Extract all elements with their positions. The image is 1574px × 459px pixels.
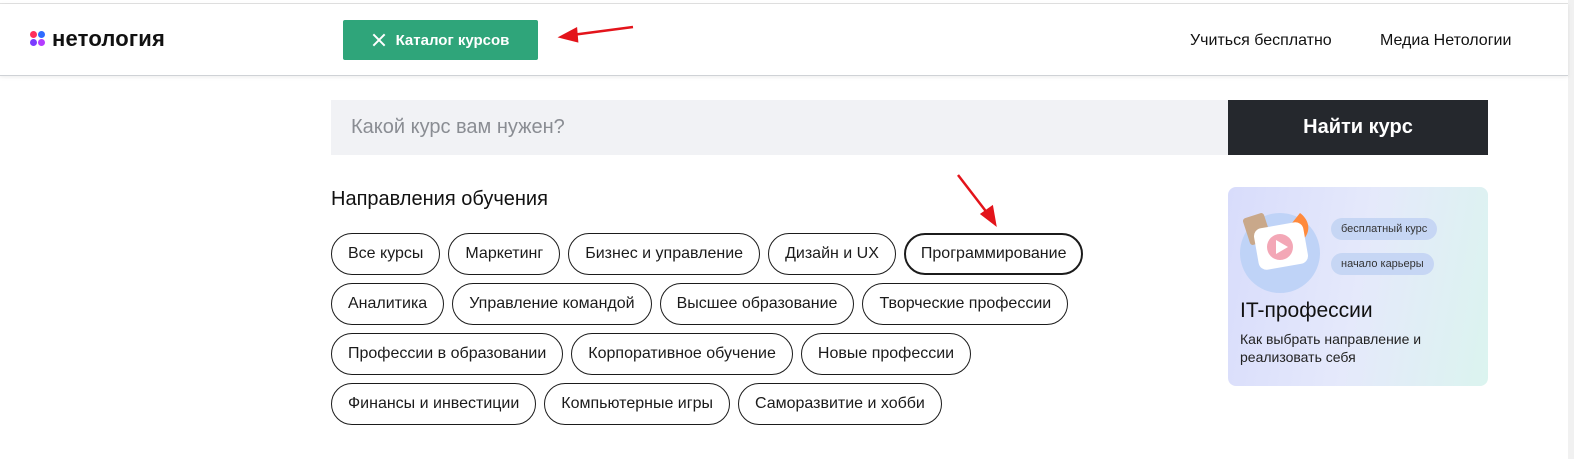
chip-higher-education[interactable]: Высшее образование	[659, 283, 855, 325]
close-icon	[372, 33, 386, 47]
logo[interactable]: нетология	[30, 26, 165, 52]
arrow-annotation	[957, 174, 997, 227]
chip-programming[interactable]: Программирование	[903, 233, 1084, 275]
promo-title: IT-профессии	[1240, 299, 1373, 322]
chip-games[interactable]: Компьютерные игры	[544, 383, 730, 425]
catalog-button-label: Каталог курсов	[395, 31, 510, 49]
play-icon	[1240, 213, 1320, 293]
chip-row: Все курсы Маркетинг Бизнес и управление …	[331, 233, 1191, 275]
chip-business[interactable]: Бизнес и управление	[568, 233, 761, 275]
chip-row: Аналитика Управление командой Высшее обр…	[331, 283, 1191, 325]
chip-analytics[interactable]: Аналитика	[331, 283, 445, 325]
chip-row: Профессии в образовании Корпоративное об…	[331, 333, 1191, 375]
chip-hobby[interactable]: Саморазвитие и хобби	[737, 383, 942, 425]
promo-card-it[interactable]: бесплатный курс начало карьеры IT-профес…	[1228, 187, 1488, 386]
promo-badge-career: начало карьеры	[1331, 253, 1434, 275]
logo-dots-icon	[30, 31, 46, 47]
scrollbar[interactable]	[1568, 0, 1574, 459]
chip-creative[interactable]: Творческие профессии	[862, 283, 1069, 325]
chip-row: Финансы и инвестиции Компьютерные игры С…	[331, 383, 1191, 425]
promo-description: Как выбрать направление и реализовать се…	[1240, 331, 1422, 365]
chip-team-management[interactable]: Управление командой	[452, 283, 652, 325]
logo-text: нетология	[52, 26, 166, 51]
chip-new-professions[interactable]: Новые профессии	[800, 333, 972, 375]
search-bar: Найти курс	[331, 100, 1488, 155]
nav-learn-free[interactable]: Учиться бесплатно	[1190, 32, 1332, 50]
chip-design[interactable]: Дизайн и UX	[768, 233, 896, 275]
directions-chips: Все курсы Маркетинг Бизнес и управление …	[331, 233, 1191, 433]
chip-finance[interactable]: Финансы и инвестиции	[331, 383, 537, 425]
search-button[interactable]: Найти курс	[1228, 100, 1488, 155]
chip-all-courses[interactable]: Все курсы	[331, 233, 441, 275]
directions-title: Направления обучения	[331, 188, 548, 210]
nav-media[interactable]: Медиа Нетологии	[1380, 32, 1511, 50]
chip-education-professions[interactable]: Профессии в образовании	[331, 333, 564, 375]
chip-corporate[interactable]: Корпоративное обучение	[571, 333, 793, 375]
promo-badge-free: бесплатный курс	[1331, 218, 1438, 240]
search-input[interactable]	[331, 100, 1228, 155]
site-header: нетология Каталог курсов Учиться бесплат…	[0, 4, 1568, 76]
chip-marketing[interactable]: Маркетинг	[448, 233, 561, 275]
catalog-button[interactable]: Каталог курсов	[343, 20, 538, 60]
